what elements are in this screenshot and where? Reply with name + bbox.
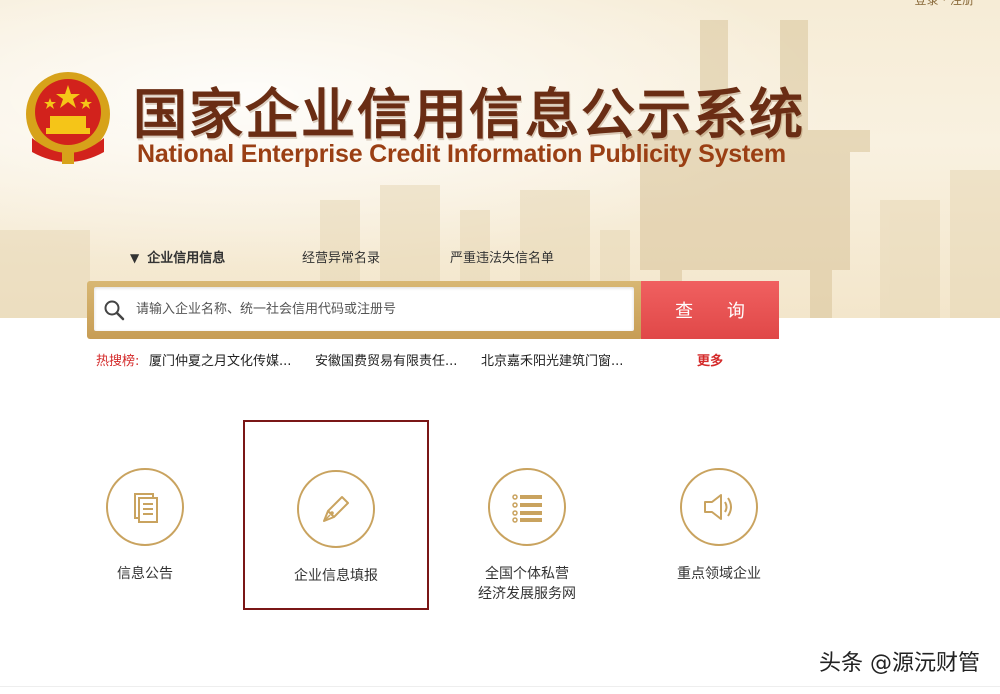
card-info-announcement[interactable]: 信息公告 [52,420,238,610]
card-key-sector-enterprises[interactable]: 重点领域企业 [626,420,812,610]
search-input[interactable] [94,287,634,331]
hot-search-item[interactable]: 厦门仲夏之月文化传媒... [149,350,291,369]
triangle-down-icon: ▼ [130,251,140,265]
tab-label: 经营异常名录 [302,251,381,266]
card-icon-circle [680,468,758,546]
hot-search-item[interactable]: 安徽国费贸易有限责任... [315,350,457,369]
card-enterprise-info-filing[interactable]: 企业信息填报 [243,420,429,610]
tab-abnormal-operation-list[interactable]: 经营异常名录 [302,247,380,266]
document-icon [134,493,158,523]
card-private-economy-service-network[interactable]: 全国个体私营 经济发展服务网 [434,420,620,610]
watermark-text: 头条 @源沅财管 [819,651,980,676]
divider [0,686,1000,687]
card-label: 企业信息填报 [294,568,378,584]
card-label: 信息公告 [117,566,173,582]
login-register-links[interactable]: 登录 · 注册 [915,0,974,8]
hot-search-label: 热搜榜: [96,354,140,369]
hot-search-item[interactable]: 北京嘉禾阳光建筑门窗... [481,350,623,369]
tab-label: 严重违法失信名单 [450,251,555,266]
card-icon-circle [106,468,184,546]
pen-icon [323,496,349,522]
hero-banner: 登录 · 注册 国家企业信用信息公示系统 National Enterprise… [0,0,1000,318]
tab-label: 企业信用信息 [147,251,226,266]
national-emblem-icon [26,72,110,164]
list-icon [512,494,542,523]
speaker-icon [704,494,732,520]
card-label: 重点领域企业 [677,566,761,582]
site-title-english: National Enterprise Credit Information P… [137,140,786,168]
card-icon-circle [488,468,566,546]
site-title-chinese: 国家企业信用信息公示系统 [133,83,805,146]
search-box-frame [87,281,643,339]
card-icon-circle [297,470,375,548]
search-button[interactable]: 查 询 [641,281,779,339]
hot-search-more-link[interactable]: 更多 [697,350,723,369]
tab-serious-violation-list[interactable]: 严重违法失信名单 [450,247,554,266]
tab-enterprise-credit-info[interactable]: ▼ 企业信用信息 [130,247,225,266]
search-icon [104,300,125,321]
card-label: 全国个体私营 经济发展服务网 [478,566,576,602]
